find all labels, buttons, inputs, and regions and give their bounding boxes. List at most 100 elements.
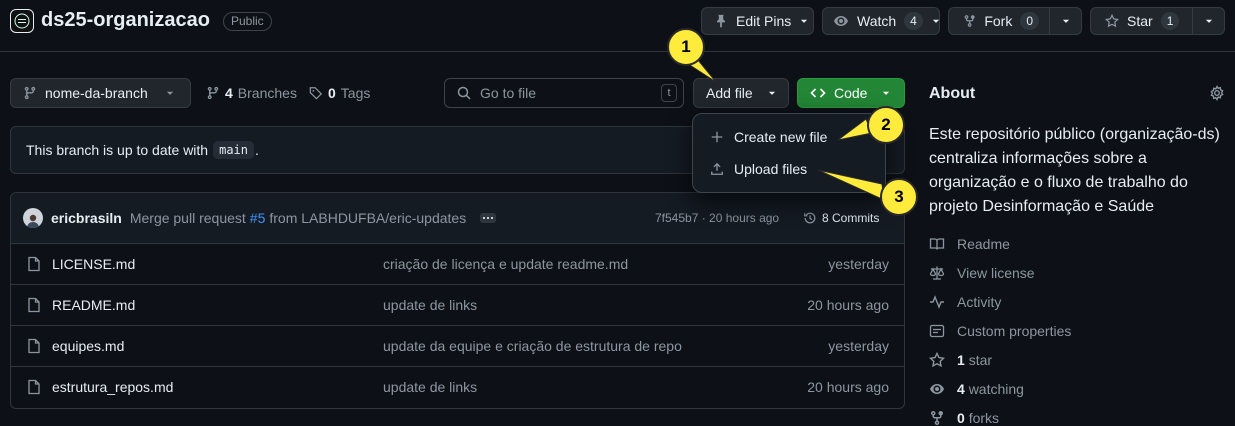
menu-item-label: Upload files [734, 161, 808, 177]
edit-pins-label: Edit Pins [736, 13, 792, 29]
note-icon [929, 324, 945, 338]
file-commit-message[interactable]: update de links [383, 379, 477, 395]
file-commit-message[interactable]: update de links [383, 297, 477, 313]
file-time: yesterday [828, 338, 889, 354]
chevron-down-icon [1062, 19, 1069, 23]
repo-name-link[interactable]: ds25-organizacao [41, 9, 210, 32]
fork-dropdown[interactable] [1050, 16, 1081, 26]
about-license[interactable]: View license [929, 263, 1035, 283]
code-icon [810, 88, 826, 98]
chevron-down-icon [1205, 19, 1212, 23]
about-activity[interactable]: Activity [929, 292, 1001, 312]
table-row[interactable]: equipes.md update da equipe e criação de… [10, 325, 905, 366]
about-item-label: Custom properties [957, 323, 1072, 339]
file-icon [28, 379, 40, 395]
file-name[interactable]: estrutura_repos.md [52, 379, 173, 395]
expand-message-button[interactable] [480, 213, 497, 223]
fork-count: 0 [1020, 12, 1039, 30]
star-main[interactable]: Star 1 [1091, 8, 1192, 34]
fork-icon [931, 411, 943, 426]
chevron-down-icon [768, 91, 775, 95]
visibility-badge: Public [223, 12, 272, 31]
about-description: Este repositório público (organização-ds… [929, 126, 1220, 215]
user-icon [27, 214, 39, 228]
branch-select[interactable]: nome-da-branch [10, 78, 191, 108]
edit-pins-button[interactable]: Edit Pins [701, 7, 814, 35]
repo-avatar[interactable] [10, 9, 34, 33]
go-to-file-placeholder: Go to file [480, 85, 537, 101]
star-dropdown[interactable] [1193, 16, 1224, 26]
commit-message-prefix[interactable]: Merge pull request [130, 210, 246, 226]
tags-label: Tags [340, 85, 371, 101]
pr-link[interactable]: #5 [250, 210, 266, 226]
branches-label: Branches [237, 85, 297, 101]
menu-item-label: Create new file [734, 129, 828, 145]
tag-icon [309, 87, 323, 100]
about-item-label: View license [957, 265, 1035, 281]
about-forks[interactable]: 0 forks [929, 408, 999, 426]
about-item-label: forks [968, 410, 1000, 426]
labhd-logo-icon [14, 13, 30, 29]
fork-main[interactable]: Fork 0 [949, 8, 1049, 34]
watch-dropdown[interactable] [931, 16, 941, 26]
gear-icon[interactable] [1209, 85, 1225, 101]
file-commit-message[interactable]: criação de licença e update readme.md [383, 256, 628, 272]
star-icon [929, 352, 945, 368]
commit-message-suffix[interactable]: from LABHDUFBA/eric-updates [269, 210, 466, 226]
tags-count: 0 [328, 85, 336, 101]
add-file-menu: Create new file Upload files [692, 113, 886, 193]
commits-link[interactable]: 8 Commits [803, 211, 879, 225]
about-readme[interactable]: Readme [929, 234, 1010, 254]
file-time: 20 hours ago [807, 379, 889, 395]
about-custom-properties[interactable]: Custom properties [929, 321, 1071, 341]
annotation-badge-1: 1 [667, 28, 705, 66]
fork-button[interactable]: Fork 0 [948, 7, 1082, 35]
star-count: 1 [1160, 12, 1180, 30]
table-row[interactable]: LICENSE.md criação de licença e update r… [10, 243, 905, 284]
file-name[interactable]: equipes.md [52, 338, 124, 354]
file-commit-message[interactable]: update da equipe e criação de estrutura … [383, 338, 682, 354]
about-item-label: watching [968, 381, 1024, 397]
menu-item-upload-files[interactable]: Upload files [701, 154, 877, 184]
table-row[interactable]: README.md update de links 20 hours ago [10, 284, 905, 325]
about-heading: About [929, 85, 976, 102]
annotation-badge-3: 3 [880, 178, 918, 216]
file-time: 20 hours ago [807, 297, 889, 313]
commits-count: 8 Commits [822, 211, 880, 225]
go-to-file-input[interactable]: Go to file t [444, 78, 684, 108]
watch-label: Watch [857, 13, 897, 29]
add-file-button[interactable]: Add file [693, 78, 789, 108]
file-icon [28, 297, 40, 313]
star-icon [1105, 14, 1119, 28]
watch-main[interactable]: Watch 4 [823, 8, 931, 34]
branch-name: nome-da-branch [45, 85, 148, 101]
branch-icon [207, 86, 219, 100]
avatar[interactable] [23, 208, 43, 228]
history-icon [804, 212, 816, 224]
fork-label: Fork [984, 13, 1013, 29]
table-row[interactable]: estrutura_repos.md update de links 20 ho… [10, 366, 905, 407]
pin-icon [717, 14, 725, 28]
pulse-icon [930, 295, 944, 309]
file-name[interactable]: LICENSE.md [52, 256, 135, 272]
annotation-badge-2: 2 [867, 106, 905, 144]
branches-link[interactable]: 4 Branches [206, 85, 297, 101]
code-button[interactable]: Code [797, 78, 905, 108]
commit-author[interactable]: ericbrasiln [51, 210, 122, 226]
upload-icon [711, 162, 723, 175]
file-name[interactable]: README.md [52, 297, 135, 313]
plus-icon [711, 131, 723, 143]
menu-item-create-new-file[interactable]: Create new file [701, 122, 877, 152]
about-watching[interactable]: 4 watching [929, 379, 1024, 399]
header-divider [0, 51, 1235, 52]
about-item-count: 4 [957, 381, 965, 397]
tags-link[interactable]: 0 Tags [309, 85, 370, 101]
star-button[interactable]: Star 1 [1090, 7, 1225, 35]
file-icon [28, 338, 40, 354]
eye-icon [834, 16, 848, 26]
watch-button[interactable]: Watch 4 [822, 7, 940, 35]
commit-hash-time[interactable]: 7f545b7 · 20 hours ago [655, 211, 779, 225]
about-item-label: star [968, 352, 993, 368]
about-stars[interactable]: 1 star [929, 350, 992, 370]
star-label: Star [1127, 13, 1153, 29]
